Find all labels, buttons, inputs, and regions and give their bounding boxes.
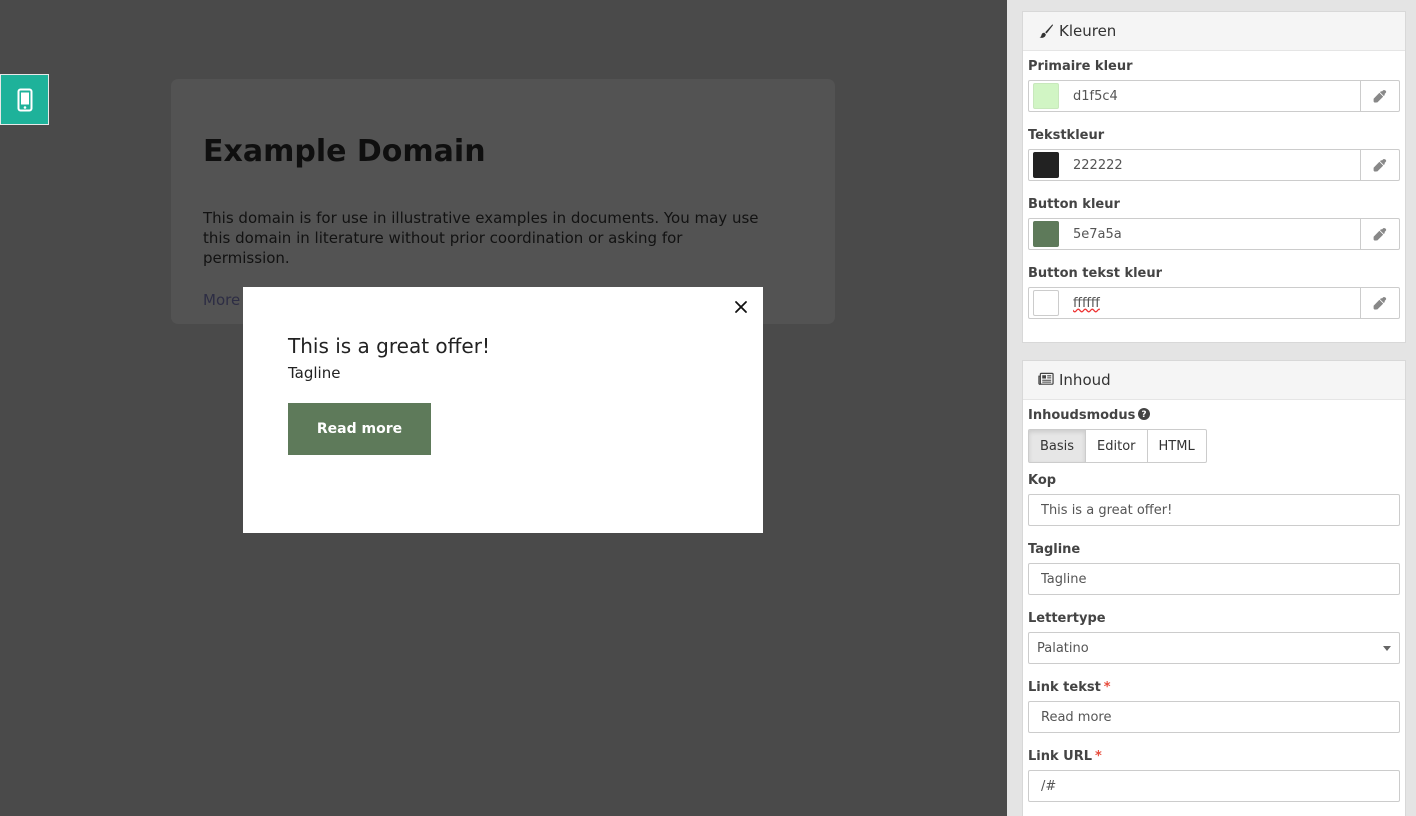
svg-text:?: ?: [1142, 410, 1147, 420]
colors-panel-header: Kleuren: [1023, 12, 1405, 51]
content-mode-label: Inhoudsmodus?: [1028, 408, 1400, 424]
chevron-down-icon: [1383, 645, 1391, 651]
text-color-field: 222222: [1028, 149, 1400, 181]
link-text-label-text: Link tekst: [1028, 680, 1101, 695]
tab-basis[interactable]: Basis: [1028, 429, 1087, 463]
link-url-input[interactable]: [1028, 770, 1400, 802]
popup-modal: This is a great offer! Tagline Read more: [243, 287, 763, 533]
link-text-label: Link tekst *: [1028, 680, 1400, 696]
button-color-swatch[interactable]: [1033, 221, 1059, 247]
font-select-value: Palatino: [1037, 640, 1089, 656]
button-color-label: Button kleur: [1028, 197, 1120, 212]
device-toggle-button[interactable]: [0, 74, 49, 125]
button-color-field: 5e7a5a: [1028, 218, 1400, 250]
link-url-label-text: Link URL: [1028, 749, 1093, 764]
tab-editor[interactable]: Editor: [1085, 429, 1148, 463]
mobile-phone-icon: [17, 88, 33, 112]
button-text-color-swatch[interactable]: [1033, 290, 1059, 316]
site-title: Example Domain: [203, 134, 486, 169]
eyedropper-icon[interactable]: [1360, 219, 1399, 249]
required-marker: *: [1095, 749, 1102, 764]
content-mode-label-text: Inhoudsmodus: [1028, 408, 1136, 423]
button-color-input[interactable]: 5e7a5a: [1063, 219, 1360, 249]
font-label: Lettertype: [1028, 611, 1106, 626]
button-text-color-label: Button tekst kleur: [1028, 266, 1163, 281]
font-select[interactable]: Palatino: [1028, 632, 1400, 664]
required-marker: *: [1103, 680, 1111, 695]
eyedropper-icon[interactable]: [1360, 81, 1399, 111]
question-circle-icon[interactable]: ?: [1138, 408, 1151, 425]
tagline-input[interactable]: [1028, 563, 1400, 595]
primary-color-swatch[interactable]: [1033, 83, 1059, 109]
text-color-label: Tekstkleur: [1028, 128, 1105, 143]
read-more-button[interactable]: Read more: [288, 403, 431, 455]
eyedropper-icon[interactable]: [1360, 288, 1399, 318]
link-url-label: Link URL *: [1028, 749, 1400, 765]
preview-area: Example Domain This domain is for use in…: [0, 0, 1007, 816]
button-text-color-input[interactable]: ffffff: [1063, 288, 1360, 318]
content-panel-title: Inhoud: [1059, 371, 1111, 389]
settings-sidebar: Kleuren Primaire kleur d1f5c4 Tekstkleur…: [1007, 0, 1416, 816]
content-panel: Inhoud Inhoudsmodus? Basis Editor HTML K…: [1022, 360, 1406, 816]
text-color-swatch[interactable]: [1033, 152, 1059, 178]
primary-color-field: d1f5c4: [1028, 80, 1400, 112]
content-mode-tabs: Basis Editor HTML: [1028, 429, 1400, 463]
text-color-input[interactable]: 222222: [1063, 150, 1360, 180]
popup-tagline: Tagline: [288, 364, 341, 382]
link-text-input[interactable]: [1028, 701, 1400, 733]
primary-color-label: Primaire kleur: [1028, 59, 1133, 74]
popup-title: This is a great offer!: [288, 334, 490, 358]
tagline-label: Tagline: [1028, 542, 1081, 557]
colors-panel-title: Kleuren: [1059, 22, 1117, 40]
heading-label: Kop: [1028, 473, 1057, 488]
content-panel-header: Inhoud: [1023, 361, 1405, 400]
tab-html[interactable]: HTML: [1146, 429, 1207, 463]
close-icon[interactable]: [731, 297, 751, 317]
site-description: This domain is for use in illustrative e…: [203, 208, 759, 267]
primary-color-input[interactable]: d1f5c4: [1063, 81, 1360, 111]
button-text-color-field: ffffff: [1028, 287, 1400, 319]
newspaper-icon: [1038, 372, 1054, 388]
eyedropper-icon[interactable]: [1360, 150, 1399, 180]
colors-panel: Kleuren Primaire kleur d1f5c4 Tekstkleur…: [1022, 11, 1406, 343]
paint-brush-icon: [1038, 23, 1054, 39]
heading-input[interactable]: [1028, 494, 1400, 526]
